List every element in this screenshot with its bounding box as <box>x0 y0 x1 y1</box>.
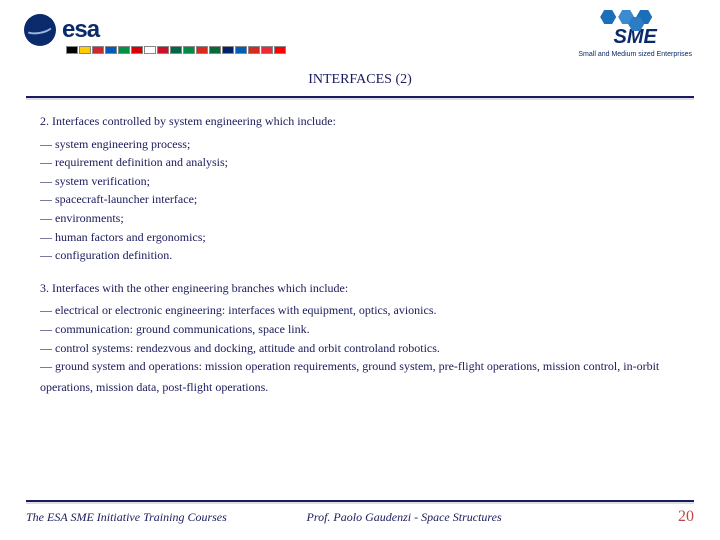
flag-icon <box>79 46 91 54</box>
flag-icon <box>157 46 169 54</box>
slide-title: INTERFACES (2) <box>0 72 720 88</box>
list-item: environments; <box>40 209 692 228</box>
list-item: control systems: rendezvous and docking,… <box>40 339 692 358</box>
section-3-continuation: operations, mission data, post-flight op… <box>40 378 692 397</box>
flag-icon <box>105 46 117 54</box>
section-2-lead: 2. Interfaces controlled by system engin… <box>40 112 692 131</box>
flag-icon <box>235 46 247 54</box>
flag-icon <box>248 46 260 54</box>
flag-icon <box>274 46 286 54</box>
list-item: requirement definition and analysis; <box>40 153 692 172</box>
esa-wordmark: esa <box>62 16 99 44</box>
flag-icon <box>131 46 143 54</box>
sme-hex-icon <box>600 10 670 24</box>
list-item: human factors and ergonomics; <box>40 228 692 247</box>
slide-footer: The ESA SME Initiative Training Courses … <box>0 500 720 526</box>
flag-icon <box>118 46 130 54</box>
flag-icon <box>170 46 182 54</box>
footer-center: Prof. Paolo Gaudenzi - Space Structures <box>307 510 608 525</box>
flag-icon <box>183 46 195 54</box>
footer-left: The ESA SME Initiative Training Courses <box>26 510 307 525</box>
flag-icon <box>92 46 104 54</box>
section-3-list: electrical or electronic engineering: in… <box>40 301 692 375</box>
flag-icon <box>222 46 234 54</box>
section-2-list: system engineering process;requirement d… <box>40 135 692 265</box>
page-number: 20 <box>607 508 694 526</box>
list-item: system verification; <box>40 172 692 191</box>
sme-subtitle: Small and Medium sized Enterprises <box>578 51 692 58</box>
esa-globe-icon <box>24 14 56 46</box>
flag-icon <box>196 46 208 54</box>
flag-icon <box>209 46 221 54</box>
flag-icon <box>144 46 156 54</box>
member-state-flags <box>66 46 286 54</box>
section-3-lead: 3. Interfaces with the other engineering… <box>40 279 692 298</box>
flag-icon <box>66 46 78 54</box>
flag-icon <box>261 46 273 54</box>
slide-body: 2. Interfaces controlled by system engin… <box>0 98 720 396</box>
footer-rule <box>26 500 694 502</box>
list-item: configuration definition. <box>40 246 692 265</box>
slide-header: esa SME Small and Medium sized Enterpris… <box>0 0 720 60</box>
list-item: ground system and operations: mission op… <box>40 357 692 376</box>
list-item: electrical or electronic engineering: in… <box>40 301 692 320</box>
sme-logo-block: SME Small and Medium sized Enterprises <box>578 10 692 58</box>
list-item: spacecraft-launcher interface; <box>40 190 692 209</box>
esa-logo-block: esa <box>24 14 286 54</box>
list-item: communication: ground communications, sp… <box>40 320 692 339</box>
list-item: system engineering process; <box>40 135 692 154</box>
